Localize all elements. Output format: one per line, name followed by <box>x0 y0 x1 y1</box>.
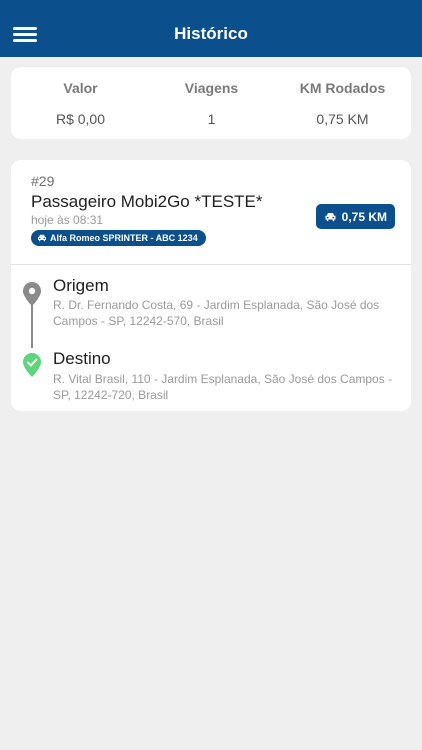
destination-address: R. Vital Brasil, 110 - Jardim Esplanada,… <box>53 372 393 402</box>
km-label: KM Rodados <box>299 80 386 96</box>
valor-value: R$ 0,00 <box>55 111 106 127</box>
passenger-name: Passageiro Mobi2Go *TESTE* <box>31 192 263 211</box>
km-value: 0,75 KM <box>316 111 369 127</box>
trip-id: #29 <box>31 173 55 189</box>
check-pin-icon <box>23 353 41 377</box>
car-icon <box>38 234 46 242</box>
route-line <box>31 304 33 348</box>
trip-card[interactable]: #29 Passageiro Mobi2Go *TESTE* hoje às 0… <box>11 160 411 411</box>
vehicle-label: Alfa Romeo SPRINTER - ABC 1234 <box>50 233 198 243</box>
origin-label: Origem <box>53 276 109 295</box>
distance-value: 0,75 KM <box>341 209 387 224</box>
map-pin-icon <box>23 282 41 306</box>
page-title: Histórico <box>174 24 248 43</box>
app-header: Histórico <box>0 0 422 57</box>
viagens-value: 1 <box>207 111 216 127</box>
trip-time: hoje às 08:31 <box>31 213 104 227</box>
vehicle-badge: Alfa Romeo SPRINTER - ABC 1234 <box>31 230 206 246</box>
valor-label: Valor <box>63 80 98 96</box>
viagens-label: Viagens <box>184 80 239 96</box>
card-divider <box>11 264 411 265</box>
destination-label: Destino <box>53 349 111 368</box>
distance-badge: 0,75 KM <box>315 204 395 229</box>
car-icon <box>325 212 336 221</box>
origin-address: R. Dr. Fernando Costa, 69 - Jardim Espla… <box>53 298 380 328</box>
summary-card: Valor R$ 0,00 Viagens 1 KM Rodados 0,75 … <box>11 67 411 139</box>
